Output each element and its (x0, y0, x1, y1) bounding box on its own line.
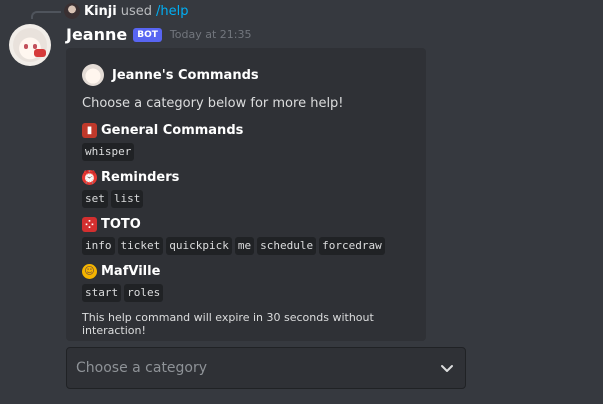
field-title: Reminders (101, 169, 180, 185)
cowboy-face-icon: ☺ (82, 263, 97, 279)
embed-description: Choose a category below for more help! (82, 96, 344, 111)
command-code: list (110, 190, 144, 208)
field-title: TOTO (101, 216, 141, 232)
command-code: schedule (257, 237, 317, 255)
embed-author-icon (82, 64, 104, 86)
field-mafville: ☺ MafVille start roles (82, 262, 164, 302)
command-code: quickpick (166, 237, 232, 255)
help-embed: Jeanne's Commands Choose a category belo… (66, 48, 426, 341)
embed-footer: This help command will expire in 30 seco… (82, 311, 374, 337)
embed-author-name: Jeanne's Commands (112, 67, 259, 83)
embed-author: Jeanne's Commands (82, 64, 259, 86)
reply-connector (31, 11, 61, 19)
alarm-clock-icon: ⏰ (82, 169, 97, 185)
bot-avatar[interactable] (9, 24, 51, 66)
command-code: me (234, 237, 255, 255)
message-header: Jeanne BOT Today at 21:35 (66, 25, 251, 44)
reply-used-text: used (120, 3, 152, 19)
reply-username[interactable]: Kinji (84, 4, 117, 19)
command-code: start (82, 284, 122, 302)
field-title: General Commands (101, 122, 244, 138)
field-general-commands: ▮ General Commands whisper (82, 121, 243, 161)
chevron-down-icon[interactable] (439, 360, 455, 376)
command-code: set (82, 190, 108, 208)
bot-username[interactable]: Jeanne (66, 25, 127, 44)
command-code: whisper (82, 143, 135, 161)
field-reminders: ⏰ Reminders set list (82, 168, 179, 208)
reply-command[interactable]: /help (156, 4, 188, 19)
reply-avatar[interactable] (64, 3, 80, 19)
select-placeholder: Choose a category (76, 360, 208, 376)
field-toto: ⁘ TOTO info ticket quickpick me schedule… (82, 215, 385, 255)
command-code: ticket (117, 237, 164, 255)
reply-context[interactable]: Kinji used /help (64, 3, 188, 19)
field-title: MafVille (101, 263, 161, 279)
closed-book-icon: ▮ (82, 122, 97, 138)
command-code: roles (124, 284, 164, 302)
message-timestamp: Today at 21:35 (169, 28, 252, 41)
command-code: info (82, 237, 115, 255)
command-code: forcedraw (319, 237, 385, 255)
bot-badge: BOT (133, 28, 162, 42)
category-select-menu[interactable]: Choose a category (66, 347, 466, 389)
game-die-icon: ⁘ (82, 216, 97, 232)
